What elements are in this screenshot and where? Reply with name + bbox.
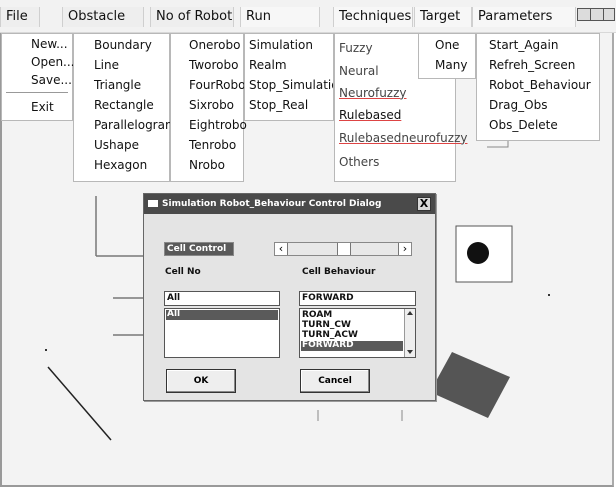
behaviour-input[interactable]: FORWARD	[299, 291, 416, 306]
cell-no-list[interactable]: All	[164, 308, 280, 358]
slider-left-arrow-icon[interactable]: ‹	[275, 243, 288, 255]
cell-no-label: Cell No	[165, 267, 201, 277]
cell-slider[interactable]: ‹ ›	[274, 242, 412, 256]
menu-item-triangle[interactable]: Triangle	[94, 78, 141, 92]
ok-button[interactable]: OK	[166, 369, 236, 393]
menu-obstacle[interactable]: Obstacle	[62, 7, 144, 27]
menu-item-sixrobo[interactable]: Sixrobo	[189, 98, 234, 112]
menu-separator	[6, 92, 68, 93]
menu-item-rulebased[interactable]: Rulebased	[339, 108, 401, 122]
obstacle-diagonal-line	[47, 366, 112, 441]
cell-no-input[interactable]: All	[164, 291, 280, 306]
target-menu: One Many	[418, 33, 476, 79]
menu-item-rulebasedneurofuzzy[interactable]: Rulebasedneurofuzzy	[339, 131, 467, 145]
menu-item-exit[interactable]: Exit	[31, 100, 54, 114]
list-item[interactable]: All	[166, 310, 278, 320]
parameters-menu: Start_Again Refreh_Screen Robot_Behaviou…	[476, 33, 600, 141]
menu-item-line[interactable]: Line	[94, 58, 119, 72]
menu-item-boundary[interactable]: Boundary	[94, 38, 152, 52]
list-item[interactable]: FORWARD	[301, 341, 403, 351]
menu-parameters[interactable]: Parameters	[472, 7, 576, 27]
menu-no-of-robot[interactable]: No of Robot	[150, 7, 234, 27]
point-marker	[548, 294, 550, 296]
menu-item-hexagon[interactable]: Hexagon	[94, 158, 147, 172]
list-item[interactable]: TURN_ACW	[302, 331, 358, 340]
menu-item-one[interactable]: One	[435, 38, 459, 52]
menu-item-realm[interactable]: Realm	[249, 58, 287, 72]
run-menu: Simulation Realm Stop_Simulation Stop_Re…	[244, 33, 334, 121]
menu-item-robot-behaviour[interactable]: Robot_Behaviour	[489, 78, 591, 92]
dialog-close-icon[interactable]: X	[417, 197, 431, 211]
dialog-title: Simulation Robot_Behaviour Control Dialo…	[162, 199, 382, 209]
menu-run[interactable]: Run	[240, 7, 320, 27]
menu-item-neurofuzzy[interactable]: Neurofuzzy	[339, 86, 407, 100]
list-scrollbar[interactable]	[404, 309, 415, 357]
robot-menu: Onerobo Tworobo FourRobo Sixrobo Eightro…	[170, 33, 247, 182]
menu-item-tenrobo[interactable]: Tenrobo	[189, 138, 236, 152]
menu-item-stop-simulation[interactable]: Stop_Simulation	[249, 78, 333, 92]
menu-item-open[interactable]: Open...	[31, 55, 75, 69]
menu-item-tworobo[interactable]: Tworobo	[189, 58, 238, 72]
cell-behaviour-label: Cell Behaviour	[302, 267, 376, 277]
menu-item-ushape[interactable]: Ushape	[94, 138, 139, 152]
slider-thumb[interactable]	[337, 243, 351, 255]
point-marker	[45, 349, 47, 351]
menu-bar: File Obstacle No of Robot Run Techniques…	[0, 0, 616, 33]
file-menu: New... Open... Save... Exit	[1, 33, 75, 121]
menu-item-fourrobo[interactable]: FourRobo	[189, 78, 245, 92]
cell-control-field: Cell Control	[164, 242, 234, 256]
menu-item-save[interactable]: Save...	[31, 73, 72, 87]
list-item[interactable]: TURN_CW	[302, 321, 351, 330]
robot	[467, 242, 489, 264]
menu-item-parallelogram[interactable]: Parallelogram	[94, 118, 177, 132]
menu-item-neural[interactable]: Neural	[339, 64, 379, 78]
menu-item-stop-real[interactable]: Stop_Real	[249, 98, 308, 112]
scroll-down-icon[interactable]	[407, 350, 413, 354]
menu-item-fuzzy[interactable]: Fuzzy	[339, 41, 373, 55]
rectangle-obstacle	[430, 352, 510, 418]
close-icon[interactable]	[603, 8, 615, 21]
dialog-title-bar[interactable]: Simulation Robot_Behaviour Control Dialo…	[144, 194, 435, 214]
menu-item-refresh-screen[interactable]: Refreh_Screen	[489, 58, 575, 72]
window-icon	[148, 200, 158, 207]
menu-item-nrobo[interactable]: Nrobo	[189, 158, 225, 172]
menu-item-drag-obs[interactable]: Drag_Obs	[489, 98, 547, 112]
behaviour-control-dialog: Simulation Robot_Behaviour Control Dialo…	[143, 193, 436, 401]
list-item[interactable]: ROAM	[302, 311, 332, 320]
behaviour-list[interactable]: ROAM TURN_CW TURN_ACW FORWARD	[299, 308, 416, 358]
menu-item-simulation[interactable]: Simulation	[249, 38, 313, 52]
menu-item-onerobo[interactable]: Onerobo	[189, 38, 240, 52]
obstacle-menu: Boundary Line Triangle Rectangle Paralle…	[73, 33, 177, 182]
menu-file[interactable]: File	[0, 7, 40, 27]
menu-item-new[interactable]: New...	[31, 37, 68, 51]
menu-target[interactable]: Target	[414, 7, 472, 27]
menu-item-others[interactable]: Others	[339, 155, 379, 169]
minimize-icon[interactable]	[577, 8, 591, 21]
maximize-icon[interactable]	[590, 8, 604, 21]
cell-no-value: All	[167, 293, 181, 303]
menu-item-start-again[interactable]: Start_Again	[489, 38, 558, 52]
menu-item-obs-delete[interactable]: Obs_Delete	[489, 118, 558, 132]
cell-control-label: Cell Control	[165, 243, 233, 255]
slider-right-arrow-icon[interactable]: ›	[398, 243, 411, 255]
behaviour-value: FORWARD	[302, 293, 354, 303]
cancel-button[interactable]: Cancel	[300, 369, 370, 393]
menu-item-eightrobo[interactable]: Eightrobo	[189, 118, 247, 132]
menu-item-rectangle[interactable]: Rectangle	[94, 98, 154, 112]
scroll-up-icon[interactable]	[407, 311, 413, 315]
menu-item-many[interactable]: Many	[435, 58, 467, 72]
menu-techniques[interactable]: Techniques	[333, 7, 413, 27]
